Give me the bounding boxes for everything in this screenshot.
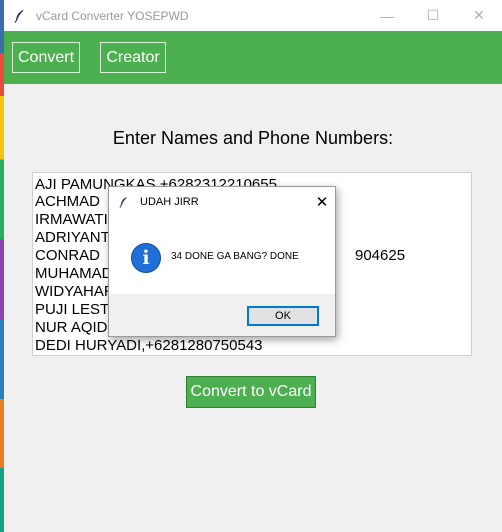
maximize-button[interactable]: ☐ xyxy=(410,0,456,31)
page-heading: Enter Names and Phone Numbers: xyxy=(112,128,394,148)
text-line: ACHMAD xyxy=(35,193,101,210)
text-line: NUR AQID xyxy=(35,319,108,336)
dialog-footer: OK xyxy=(109,294,335,336)
text-line: IRMAWATI xyxy=(35,211,108,228)
ok-button[interactable]: OK xyxy=(247,306,319,326)
close-button[interactable]: ✕ xyxy=(456,0,502,31)
feather-icon xyxy=(118,196,130,208)
convert-to-vcard-button[interactable]: Convert to vCard xyxy=(186,376,316,408)
text-line: CONRAD xyxy=(35,247,101,264)
text-line: WIDYAHAR xyxy=(35,283,115,300)
toolbar: Convert Creator xyxy=(4,31,502,84)
text-line-tail: 904625 xyxy=(355,247,406,264)
window-title: vCard Converter YOSEPWD xyxy=(36,8,189,23)
dialog-titlebar[interactable]: UDAH JIRR ✕ xyxy=(109,187,335,216)
text-line: ADRIYANT xyxy=(35,229,110,246)
text-line: PUJI LEST xyxy=(35,301,110,318)
message-dialog: UDAH JIRR ✕ i 34 DONE GA BANG? DONE OK xyxy=(108,186,336,337)
info-icon: i xyxy=(131,243,161,273)
window-titlebar[interactable]: vCard Converter YOSEPWD — ☐ ✕ xyxy=(4,0,502,31)
dialog-message: 34 DONE GA BANG? DONE xyxy=(171,251,299,262)
minimize-button[interactable]: — xyxy=(364,0,410,31)
convert-tab-button[interactable]: Convert xyxy=(12,42,80,73)
feather-icon xyxy=(13,9,27,23)
text-line: DEDI HURYADI,+6281280750543 xyxy=(35,337,263,354)
dialog-close-button[interactable]: ✕ xyxy=(309,191,335,213)
creator-tab-button[interactable]: Creator xyxy=(100,42,166,73)
dialog-title: UDAH JIRR xyxy=(140,195,199,208)
text-line: MUHAMAD xyxy=(35,265,113,282)
